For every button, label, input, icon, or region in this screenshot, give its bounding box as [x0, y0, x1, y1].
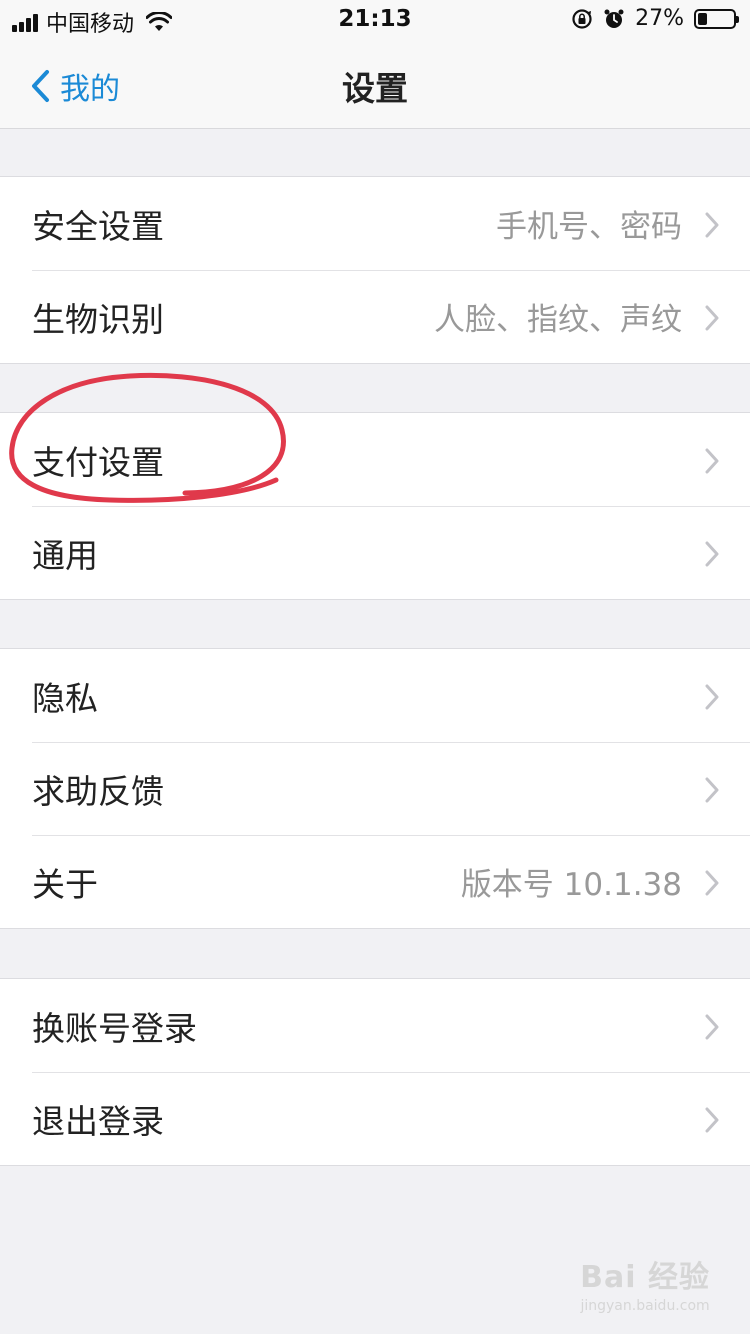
row-biometrics[interactable]: 生物识别 人脸、指纹、声纹: [0, 270, 750, 363]
row-value: 手机号、密码: [496, 209, 682, 245]
page-title: 设置: [342, 69, 408, 108]
status-bar: 中国移动 21:13 27%: [0, 0, 750, 40]
alarm-icon: [604, 9, 624, 28]
row-privacy[interactable]: 隐私: [0, 649, 750, 742]
chevron-right-icon: [705, 870, 719, 896]
row-label: 退出登录: [32, 1101, 164, 1141]
row-value: 人脸、指纹、声纹: [434, 302, 682, 338]
watermark-sub: jingyan.baidu.com: [580, 1298, 710, 1314]
settings-group-payment: 支付设置 通用: [0, 412, 750, 600]
navigation-bar: 我的 设置: [0, 40, 750, 129]
row-label: 隐私: [32, 678, 98, 718]
rotation-lock-icon: [572, 8, 592, 29]
row-security-settings[interactable]: 安全设置 手机号、密码: [0, 177, 750, 270]
status-right: 27%: [561, 6, 739, 31]
row-payment-settings[interactable]: 支付设置: [0, 413, 750, 506]
chevron-right-icon: [705, 541, 719, 567]
chevron-right-icon: [705, 684, 719, 710]
battery-fill: [698, 12, 707, 25]
settings-group-account: 安全设置 手机号、密码 生物识别 人脸、指纹、声纹: [0, 176, 750, 364]
chevron-right-icon: [705, 1014, 719, 1040]
battery-icon: [694, 8, 739, 29]
row-label: 生物识别: [32, 299, 164, 339]
settings-group-info: 隐私 求助反馈 关于 版本号 10.1.38: [0, 648, 750, 929]
row-label: 求助反馈: [32, 771, 164, 811]
chevron-right-icon: [705, 448, 719, 474]
settings-group-session: 换账号登录 退出登录: [0, 978, 750, 1166]
row-general[interactable]: 通用: [0, 506, 750, 599]
row-label: 通用: [32, 535, 98, 575]
row-help-feedback[interactable]: 求助反馈: [0, 742, 750, 835]
row-label: 安全设置: [32, 206, 164, 246]
row-logout[interactable]: 退出登录: [0, 1072, 750, 1165]
chevron-right-icon: [705, 212, 719, 238]
row-label: 支付设置: [32, 442, 164, 482]
row-label: 关于: [32, 864, 98, 904]
chevron-right-icon: [705, 777, 719, 803]
chevron-right-icon: [705, 1107, 719, 1133]
watermark-main: Bai 经验: [580, 1260, 710, 1295]
row-switch-account[interactable]: 换账号登录: [0, 979, 750, 1072]
watermark: Bai 经验 jingyan.baidu.com: [580, 1252, 710, 1314]
chevron-right-icon: [705, 305, 719, 331]
row-about[interactable]: 关于 版本号 10.1.38: [0, 835, 750, 928]
row-value: 版本号 10.1.38: [460, 867, 682, 903]
row-label: 换账号登录: [32, 1008, 197, 1048]
battery-percent: 27%: [635, 6, 684, 31]
